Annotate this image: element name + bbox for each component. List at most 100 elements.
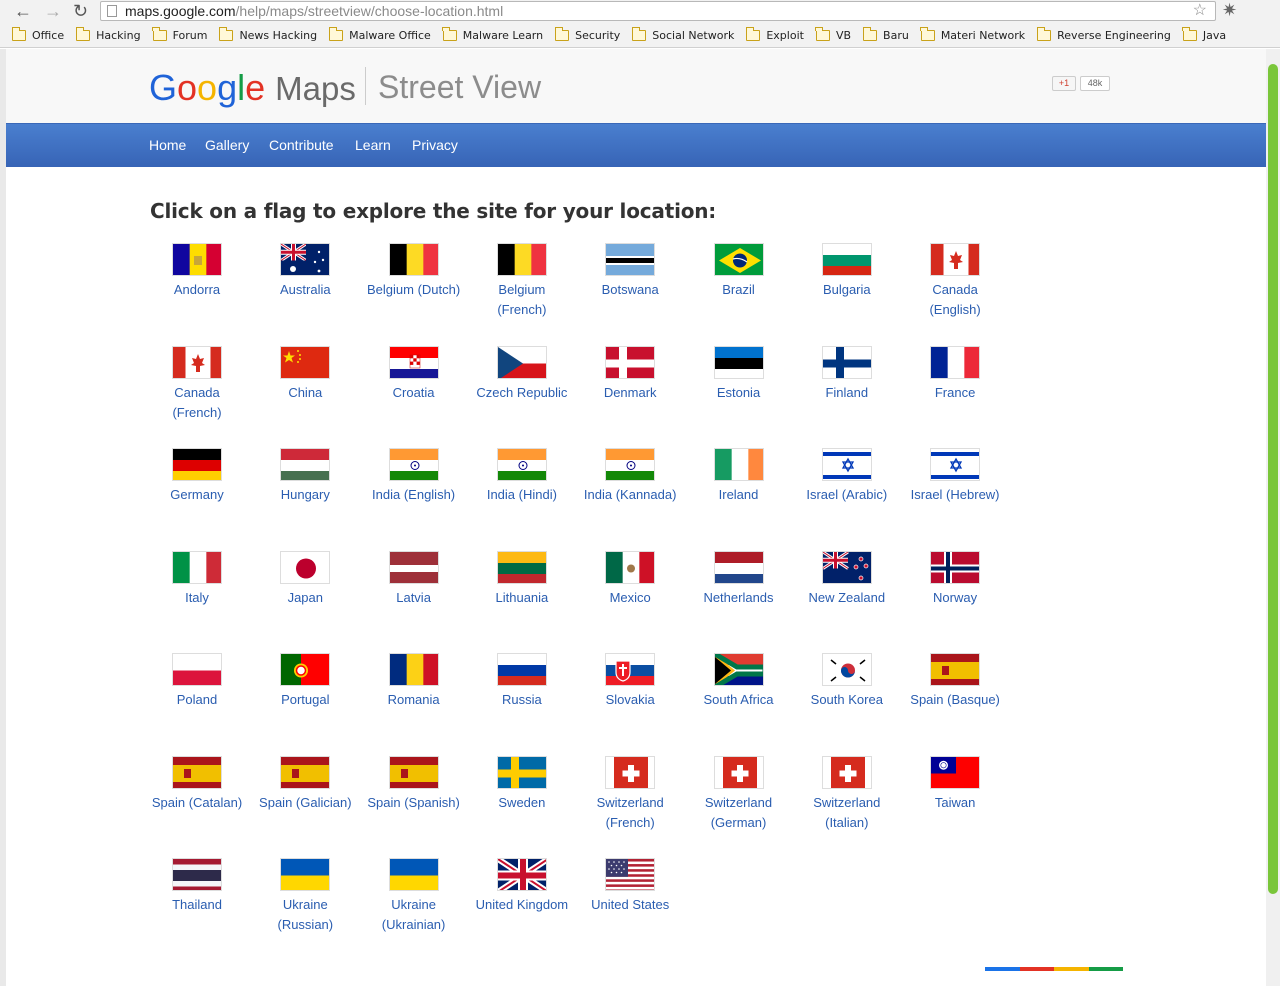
location-link-india-english[interactable]: India (English) — [360, 448, 468, 548]
location-label[interactable]: Germany — [137, 485, 257, 505]
location-label[interactable]: Russia — [462, 690, 582, 710]
bulgaria-flag-icon[interactable] — [821, 243, 872, 276]
denmark-flag-icon[interactable] — [605, 345, 656, 379]
china-flag-icon[interactable] — [280, 345, 331, 379]
location-label[interactable]: Norway — [895, 588, 1015, 608]
ukraine-flag-icon[interactable] — [388, 858, 439, 891]
norway-flag-icon[interactable] — [930, 550, 981, 584]
location-link-hungary[interactable]: Hungary — [251, 448, 359, 548]
location-link-taiwan[interactable]: Taiwan — [901, 755, 1009, 856]
location-label[interactable]: Thailand — [137, 895, 257, 915]
location-label[interactable]: Spain (Spanish) — [354, 793, 474, 813]
location-label[interactable]: Israel (Hebrew) — [895, 485, 1015, 505]
location-link-estonia[interactable]: Estonia — [685, 345, 793, 446]
url-input[interactable]: maps.google.com/help/maps/streetview/cho… — [100, 1, 1216, 21]
location-label[interactable]: Ireland — [679, 485, 799, 505]
location-link-mexico[interactable]: Mexico — [576, 550, 684, 651]
reload-icon[interactable]: ↻ — [73, 1, 88, 21]
location-label[interactable]: Croatia — [354, 383, 474, 403]
israel-flag-icon[interactable] — [930, 448, 981, 481]
location-label[interactable]: Switzerland (Italian) — [787, 793, 907, 833]
bookmark-star-icon[interactable]: ☆ — [1193, 2, 1207, 20]
nav-gallery[interactable]: Gallery — [205, 137, 249, 153]
location-label[interactable]: Hungary — [245, 485, 365, 505]
location-label[interactable]: Ukraine (Russian) — [245, 895, 365, 935]
location-label[interactable]: Sweden — [462, 793, 582, 813]
location-label[interactable]: Latvia — [354, 588, 474, 608]
nav-learn[interactable]: Learn — [355, 137, 391, 153]
switzerland-flag-icon[interactable] — [713, 755, 764, 789]
location-label[interactable]: Switzerland (German) — [679, 793, 799, 833]
southafrica-flag-icon[interactable] — [713, 653, 764, 686]
location-label[interactable]: South Africa — [679, 690, 799, 710]
nav-privacy[interactable]: Privacy — [412, 137, 458, 153]
nav-contribute[interactable]: Contribute — [269, 137, 334, 153]
location-label[interactable]: Japan — [245, 588, 365, 608]
bookmark-item[interactable]: Social Network — [631, 27, 734, 42]
czech-flag-icon[interactable] — [496, 345, 547, 379]
location-label[interactable]: Botswana — [570, 280, 690, 300]
romania-flag-icon[interactable] — [388, 653, 439, 686]
ukraine-flag-icon[interactable] — [280, 858, 331, 891]
newzealand-flag-icon[interactable] — [821, 550, 872, 584]
location-label[interactable]: Canada (French) — [137, 383, 257, 423]
bookmark-item[interactable]: Office — [11, 27, 64, 42]
location-label[interactable]: France — [895, 383, 1015, 403]
location-link-switzerland-french[interactable]: Switzerland (French) — [576, 755, 684, 856]
usa-flag-icon[interactable] — [605, 858, 656, 891]
google-plus-one-button[interactable]: +1 — [1052, 76, 1076, 91]
poland-flag-icon[interactable] — [172, 653, 222, 686]
location-label[interactable]: Taiwan — [895, 793, 1015, 813]
slovakia-flag-icon[interactable] — [605, 653, 656, 686]
location-link-czech-republic[interactable]: Czech Republic — [468, 345, 576, 446]
location-link-denmark[interactable]: Denmark — [576, 345, 684, 446]
botswana-flag-icon[interactable] — [605, 243, 656, 276]
location-link-switzerland-italian[interactable]: Switzerland (Italian) — [793, 755, 901, 856]
france-flag-icon[interactable] — [930, 345, 981, 379]
location-link-israel-arabic[interactable]: Israel (Arabic) — [793, 448, 901, 548]
extension-icon[interactable]: ✷ — [1222, 0, 1237, 21]
location-link-netherlands[interactable]: Netherlands — [685, 550, 793, 651]
belgium-flag-icon[interactable] — [388, 243, 439, 276]
andorra-flag-icon[interactable] — [172, 243, 222, 276]
location-link-thailand[interactable]: Thailand — [143, 858, 251, 958]
location-label[interactable]: Lithuania — [462, 588, 582, 608]
location-link-botswana[interactable]: Botswana — [576, 243, 684, 343]
location-link-canada-english[interactable]: Canada (English) — [901, 243, 1009, 343]
bookmark-item[interactable]: Reverse Engineering — [1036, 27, 1171, 42]
location-label[interactable]: Spain (Basque) — [895, 690, 1015, 710]
location-link-united-kingdom[interactable]: United Kingdom — [468, 858, 576, 958]
location-label[interactable]: Ukraine (Ukrainian) — [354, 895, 474, 935]
location-label[interactable]: Brazil — [679, 280, 799, 300]
location-label[interactable]: India (Hindi) — [462, 485, 582, 505]
location-link-brazil[interactable]: Brazil — [685, 243, 793, 343]
location-link-spain-catalan[interactable]: Spain (Catalan) — [143, 755, 251, 856]
bookmark-item[interactable]: Hacking — [75, 27, 141, 42]
hungary-flag-icon[interactable] — [280, 448, 331, 481]
netherlands-flag-icon[interactable] — [713, 550, 764, 584]
location-label[interactable]: Spain (Galician) — [245, 793, 365, 813]
location-link-slovakia[interactable]: Slovakia — [576, 653, 684, 753]
japan-flag-icon[interactable] — [280, 550, 331, 584]
scrollbar-thumb[interactable] — [1268, 64, 1278, 894]
taiwan-flag-icon[interactable] — [930, 755, 981, 789]
bookmark-item[interactable]: Malware Learn — [442, 27, 543, 42]
back-arrow-icon[interactable]: ← — [14, 1, 32, 21]
bookmark-item[interactable]: Java — [1182, 27, 1226, 42]
india-flag-icon[interactable] — [496, 448, 547, 481]
estonia-flag-icon[interactable] — [713, 345, 764, 379]
forward-arrow-icon[interactable]: → — [44, 1, 62, 21]
location-link-belgium-dutch[interactable]: Belgium (Dutch) — [360, 243, 468, 343]
location-link-south-korea[interactable]: South Korea — [793, 653, 901, 753]
location-label[interactable]: Belgium (Dutch) — [354, 280, 474, 300]
location-label[interactable]: Israel (Arabic) — [787, 485, 907, 505]
spain-flag-icon[interactable] — [388, 755, 439, 789]
russia-flag-icon[interactable] — [496, 653, 547, 686]
australia-flag-icon[interactable] — [280, 243, 331, 276]
location-link-spain-galician[interactable]: Spain (Galician) — [251, 755, 359, 856]
italy-flag-icon[interactable] — [172, 550, 222, 584]
location-label[interactable]: Netherlands — [679, 588, 799, 608]
germany-flag-icon[interactable] — [172, 448, 222, 481]
location-label[interactable]: Estonia — [679, 383, 799, 403]
switzerland-flag-icon[interactable] — [605, 755, 656, 789]
